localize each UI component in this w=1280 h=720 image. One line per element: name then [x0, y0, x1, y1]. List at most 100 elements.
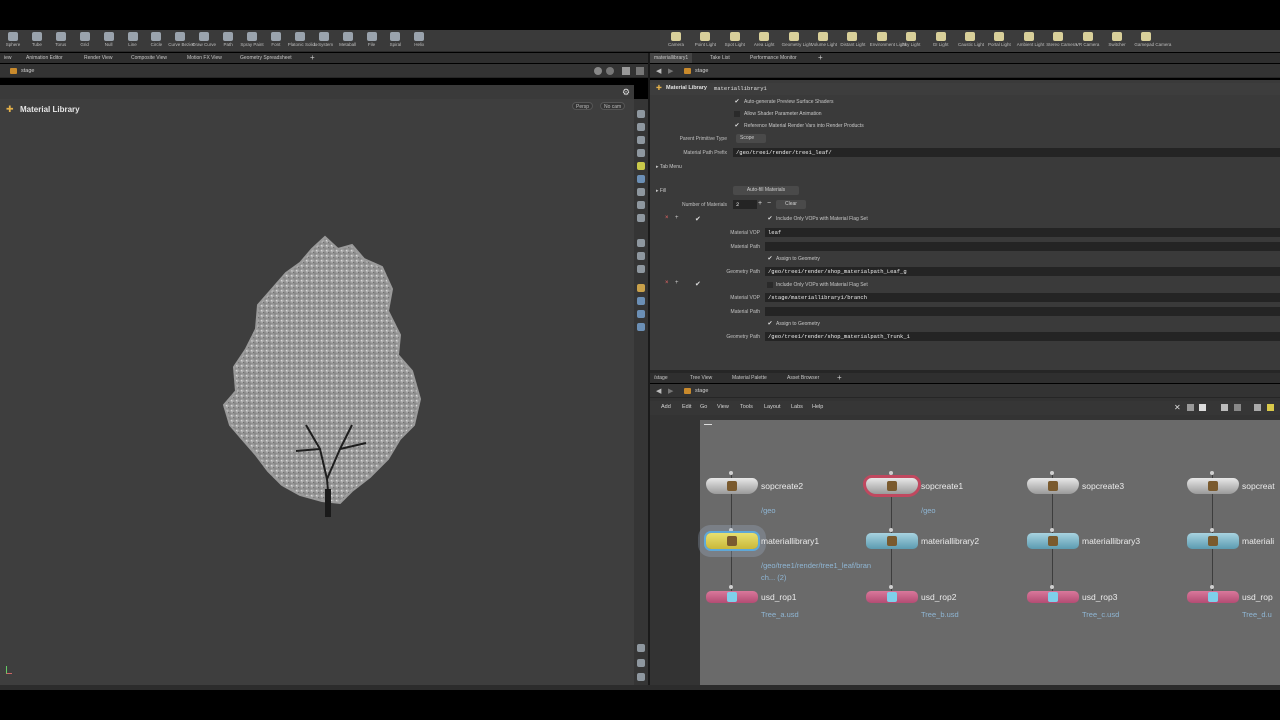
- allow-anim-checkbox[interactable]: [734, 111, 740, 117]
- tree-icon[interactable]: [1187, 404, 1194, 411]
- shelf-tool-metaball[interactable]: Metaball: [336, 32, 360, 52]
- shelf-tool-spot-light[interactable]: Spot Light: [723, 32, 747, 52]
- autogen-preview-checkbox[interactable]: ✔: [734, 99, 740, 105]
- ref-render-vars-checkbox[interactable]: ✔: [734, 123, 740, 129]
- shelf-tool-platonic-solids[interactable]: Platonic Solids: [288, 32, 317, 52]
- bottom-tool-icon[interactable]: [637, 644, 645, 652]
- tab-material-palette[interactable]: Material Palette: [728, 373, 771, 383]
- input-connector[interactable]: [889, 585, 893, 589]
- minimize-icon[interactable]: [704, 424, 712, 425]
- enable-entry-checkbox[interactable]: ✔: [695, 215, 701, 223]
- input-connector[interactable]: [1050, 471, 1054, 475]
- camera-icon[interactable]: [637, 188, 645, 196]
- shelf-tool-helix[interactable]: Helix: [407, 32, 431, 52]
- link-icon[interactable]: [606, 67, 614, 75]
- gear-icon[interactable]: ⚙: [622, 87, 632, 97]
- usd-rop-node[interactable]: [866, 591, 918, 603]
- input-connector[interactable]: [729, 528, 733, 532]
- pane-menu-icon[interactable]: [622, 67, 630, 75]
- shelf-tool-stereo-camera[interactable]: Stereo Camera: [1046, 32, 1077, 52]
- input-connector[interactable]: [1210, 528, 1214, 532]
- tab-animation-editor[interactable]: Animation Editor: [22, 53, 67, 63]
- tab-menu-toggle[interactable]: ▸ Tab Menu: [656, 164, 682, 170]
- sticky-note-icon[interactable]: [1267, 404, 1274, 411]
- persp-menu[interactable]: Persp: [572, 102, 594, 110]
- geometry-icon[interactable]: [637, 214, 645, 222]
- node-name-field[interactable]: materiallibrary1: [714, 85, 767, 92]
- grid-icon[interactable]: [637, 239, 645, 247]
- shelf-tool-curve-bezier[interactable]: Curve Bezier: [168, 32, 194, 52]
- render-region-icon[interactable]: [637, 310, 645, 318]
- tab-geometry-spreadsheet[interactable]: Geometry Spreadsheet: [236, 53, 296, 63]
- shelf-tool-portal-light[interactable]: Portal Light: [987, 32, 1011, 52]
- material-library-node[interactable]: [1187, 533, 1239, 549]
- shelf-tool-grid[interactable]: Grid: [73, 32, 97, 52]
- menu-view[interactable]: View: [717, 404, 729, 410]
- assign-geo-checkbox[interactable]: ✔: [767, 321, 773, 327]
- shelf-tool-camera[interactable]: Camera: [664, 32, 688, 52]
- geo-path-field[interactable]: /geo/tree1/render/shop_materialpath_Trun…: [765, 332, 1280, 341]
- back-arrow-icon[interactable]: ◀: [656, 387, 661, 395]
- maximize-icon[interactable]: [636, 67, 644, 75]
- shelf-tool-sky-light[interactable]: Sky Light: [899, 32, 923, 52]
- shelf-tool-tube[interactable]: Tube: [25, 32, 49, 52]
- shelf-tool-circle[interactable]: Circle: [144, 32, 168, 52]
- shelf-tool-switcher[interactable]: Switcher: [1105, 32, 1129, 52]
- shelf-tool-distant-light[interactable]: Distant Light: [840, 32, 865, 52]
- snapshot-icon[interactable]: [637, 201, 645, 209]
- grid-view-icon[interactable]: [1234, 404, 1241, 411]
- sop-node[interactable]: [866, 478, 918, 494]
- remove-mat-icon[interactable]: −: [767, 200, 771, 207]
- shelf-tool-area-light[interactable]: Area Light: [752, 32, 776, 52]
- lock-icon[interactable]: [637, 123, 645, 131]
- tab-asset-browser[interactable]: Asset Browser: [783, 373, 823, 383]
- usd-rop-node[interactable]: [1027, 591, 1079, 603]
- mat-prefix-field[interactable]: /geo/tree1/render/tree1_leaf/: [733, 148, 1280, 157]
- menu-help[interactable]: Help: [812, 404, 823, 410]
- shelf-tool-l-system[interactable]: L-System: [312, 32, 336, 52]
- light-icon[interactable]: [637, 149, 645, 157]
- menu-add[interactable]: Add: [661, 404, 671, 410]
- menu-tools[interactable]: Tools: [740, 404, 753, 410]
- shelf-tool-point-light[interactable]: Point Light: [693, 32, 717, 52]
- pin-icon[interactable]: [594, 67, 602, 75]
- shelf-tool-torus[interactable]: Torus: [49, 32, 73, 52]
- input-connector[interactable]: [729, 585, 733, 589]
- input-connector[interactable]: [729, 471, 733, 475]
- tab-tree-view[interactable]: Tree View: [686, 373, 716, 383]
- grid-view-icon[interactable]: [637, 673, 645, 681]
- link-icon[interactable]: [637, 265, 645, 273]
- shelf-tool-spray-paint[interactable]: Spray Paint: [240, 32, 264, 52]
- tab-composite-view[interactable]: Composite View: [127, 53, 171, 63]
- input-connector[interactable]: [889, 528, 893, 532]
- geo-path-field[interactable]: /geo/tree1/render/shop_materialpath_Leaf…: [765, 267, 1280, 276]
- highlight-icon[interactable]: [637, 162, 645, 170]
- parent-prim-dropdown[interactable]: Scope: [736, 134, 766, 143]
- sop-node[interactable]: [706, 478, 758, 494]
- pose-icon[interactable]: [637, 136, 645, 144]
- add-mat-icon[interactable]: +: [758, 200, 762, 207]
- render-settings-icon[interactable]: [637, 297, 645, 305]
- camera-menu[interactable]: No cam: [600, 102, 626, 110]
- mat-path-field[interactable]: [765, 242, 1280, 251]
- sop-node[interactable]: [1187, 478, 1239, 494]
- shading-icon[interactable]: [637, 175, 645, 183]
- note-icon[interactable]: [1199, 404, 1206, 411]
- autofill-button[interactable]: Auto-fill Materials: [733, 186, 799, 195]
- right-path-label[interactable]: stage: [695, 64, 708, 78]
- forward-arrow-icon[interactable]: ▶: [668, 387, 673, 395]
- tab-take-list[interactable]: Take List: [706, 53, 734, 63]
- menu-go[interactable]: Go: [700, 404, 707, 410]
- add-tab-icon[interactable]: +: [310, 53, 315, 63]
- back-arrow-icon[interactable]: ◀: [656, 67, 661, 75]
- frame-icon[interactable]: [637, 252, 645, 260]
- insert-entry-icon[interactable]: +: [675, 280, 679, 286]
- image-icon[interactable]: [1254, 404, 1261, 411]
- info-icon[interactable]: [637, 659, 645, 667]
- network-path-label[interactable]: stage: [695, 384, 708, 398]
- ipr-icon[interactable]: [637, 323, 645, 331]
- tab-materiallibrary1[interactable]: materiallibrary1: [650, 53, 693, 63]
- input-connector[interactable]: [1210, 471, 1214, 475]
- shelf-tool-environment-light[interactable]: Environment Light: [870, 32, 906, 52]
- delete-entry-icon[interactable]: ×: [665, 280, 669, 286]
